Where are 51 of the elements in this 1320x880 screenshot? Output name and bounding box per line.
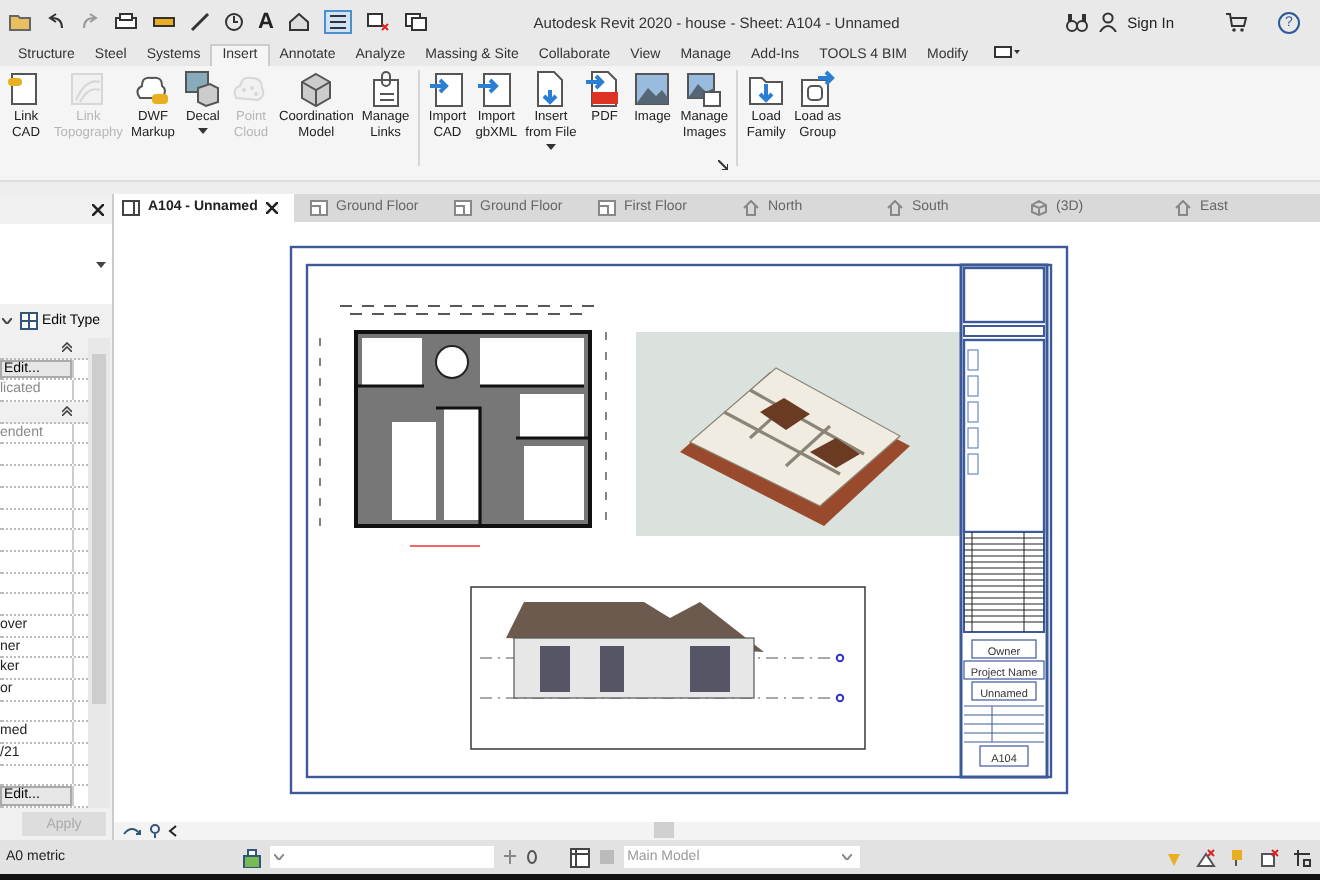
consultant-marks-drawing: [967, 349, 979, 475]
cube-icon: [1030, 199, 1048, 216]
workset-icon[interactable]: [241, 847, 262, 867]
floor-plan-icon: [454, 199, 472, 216]
contour-icon: [68, 70, 109, 108]
chevron-left-icon[interactable]: [168, 823, 178, 838]
text-tool-button[interactable]: A: [258, 10, 274, 34]
cart-icon[interactable]: [1224, 12, 1248, 32]
windows-icon[interactable]: [403, 12, 428, 32]
close-icon[interactable]: [265, 201, 278, 214]
underlay-select-icon[interactable]: [1196, 847, 1216, 867]
floor-plan-icon: [598, 199, 616, 216]
house-icon: [742, 199, 760, 216]
collapse-icon[interactable]: [62, 406, 72, 417]
close-windows-icon[interactable]: [365, 12, 390, 32]
dialog-launcher-icon[interactable]: [718, 160, 729, 170]
caret-icon: [545, 144, 556, 150]
zero-icon[interactable]: [525, 848, 538, 866]
undo-icon[interactable]: [46, 12, 66, 32]
sheet-icon: [122, 199, 140, 216]
title-band: [963, 324, 1045, 337]
binoculars-icon[interactable]: [1065, 12, 1088, 32]
panel-toggle-icon[interactable]: [994, 44, 1023, 60]
ruler-icon[interactable]: [152, 12, 176, 32]
close-icon[interactable]: [92, 203, 104, 215]
drag-icon[interactable]: [1292, 847, 1312, 867]
collapse-icon[interactable]: [62, 342, 72, 352]
logo-box: [962, 266, 1046, 323]
house-icon: [1174, 199, 1192, 216]
pinned-select-icon[interactable]: [1228, 847, 1248, 867]
house-icon[interactable]: [287, 12, 310, 32]
caret-icon: [197, 128, 208, 134]
open-icon[interactable]: [8, 12, 32, 32]
picture-icon: [632, 70, 673, 108]
revision-table: [963, 530, 1045, 633]
dropdown-arrow-icon[interactable]: [96, 261, 106, 267]
pencil-icon[interactable]: [190, 12, 210, 32]
sync-icon[interactable]: [122, 823, 142, 838]
cube-icon: [296, 70, 337, 108]
picture-cube-icon: [182, 70, 223, 108]
floor-plan-icon: [310, 199, 328, 216]
face-select-icon[interactable]: [1260, 847, 1280, 867]
table-icon[interactable]: [569, 847, 590, 867]
house-icon: [886, 199, 904, 216]
table-icon: [20, 312, 38, 330]
clock-icon[interactable]: [224, 12, 244, 32]
bulb-icon[interactable]: [150, 823, 160, 838]
user-icon[interactable]: [1097, 12, 1118, 32]
print-icon[interactable]: [114, 12, 138, 32]
list-icon[interactable]: [323, 10, 352, 34]
scrollbar[interactable]: [88, 338, 110, 808]
